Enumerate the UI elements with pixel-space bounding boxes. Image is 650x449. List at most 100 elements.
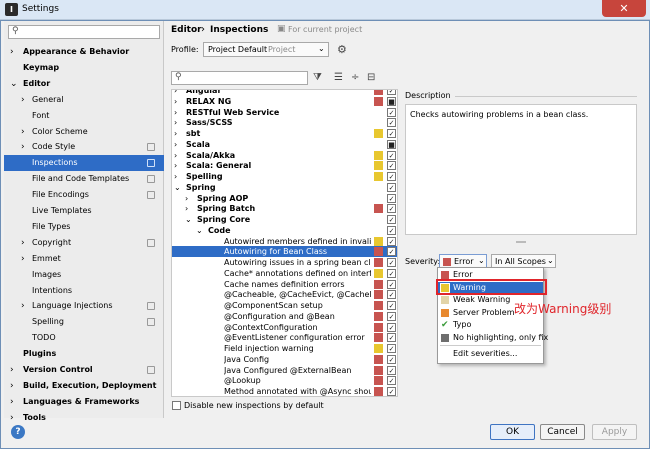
sidebar-item[interactable]: File Encodings: [4, 187, 164, 203]
inspection-checkbox[interactable]: ✓: [387, 118, 396, 128]
inspection-checkbox[interactable]: ✓: [387, 172, 396, 181]
sidebar-item[interactable]: File Types: [4, 219, 164, 235]
sidebar-item[interactable]: Intentions: [4, 283, 164, 299]
inspection-checkbox[interactable]: ✓: [387, 333, 396, 343]
inspection-row[interactable]: @Configuration and @Bean ✓: [172, 311, 397, 322]
inspection-row[interactable]: ⌄ Spring ✓: [172, 182, 397, 193]
sidebar-item[interactable]: › Color Scheme: [4, 124, 164, 140]
inspection-row[interactable]: @Cacheable, @CacheEvict, @CachePut, ✓: [172, 289, 397, 300]
inspection-row[interactable]: Java Config ✓: [172, 354, 397, 365]
inspection-checkbox[interactable]: ✓: [387, 107, 396, 117]
close-window-button[interactable]: ✕: [602, 0, 646, 17]
inspection-checkbox[interactable]: ✓: [387, 247, 396, 257]
sidebar-item[interactable]: Images: [4, 267, 164, 283]
sidebar-item[interactable]: › Language Injections: [4, 298, 164, 314]
inspection-row[interactable]: Autowired members defined in invalid S ✓: [172, 236, 397, 247]
inspection-checkbox[interactable]: ✓: [387, 376, 396, 386]
inspection-checkbox[interactable]: ✓: [387, 279, 396, 289]
sidebar-item[interactable]: › Version Control: [4, 362, 164, 378]
inspection-row[interactable]: Autowiring for Bean Class ✓: [172, 246, 397, 258]
inspection-row[interactable]: @ComponentScan setup ✓: [172, 300, 397, 311]
inspection-row[interactable]: Autowiring issues in a spring bean class…: [172, 257, 397, 268]
inspection-row[interactable]: › Spelling ✓: [172, 171, 397, 182]
inspection-checkbox[interactable]: ✓: [387, 236, 396, 246]
apply-button[interactable]: Apply: [592, 424, 637, 440]
inspection-checkbox[interactable]: ■: [387, 96, 396, 106]
sidebar-item[interactable]: Keymap: [4, 60, 164, 76]
inspection-checkbox[interactable]: ✓: [387, 322, 396, 332]
inspection-checkbox[interactable]: ✓: [387, 161, 396, 171]
severity-option[interactable]: ✔ Typo: [438, 319, 543, 331]
scope-select[interactable]: In All Scopes ⌄: [491, 254, 556, 268]
inspection-checkbox[interactable]: ✓: [387, 311, 396, 321]
inspection-checkbox[interactable]: ✓: [387, 387, 396, 396]
inspection-checkbox[interactable]: ✓: [387, 204, 396, 214]
inspection-row[interactable]: @ContextConfiguration ✓: [172, 322, 397, 333]
inspections-tree[interactable]: › Angular ✓ › RELAX NG ■ › RESTful Web Service ✓…: [171, 89, 398, 397]
splitter-handle[interactable]: [516, 241, 526, 243]
inspection-checkbox[interactable]: ✓: [387, 258, 396, 267]
sidebar-item[interactable]: › Languages & Frameworks: [4, 394, 164, 410]
sidebar-item[interactable]: › Appearance & Behavior: [4, 44, 164, 60]
inspection-checkbox[interactable]: ✓: [387, 365, 396, 375]
settings-search-input[interactable]: ⚲: [8, 25, 160, 39]
inspection-search-input[interactable]: ⚲: [171, 71, 308, 85]
sidebar-item[interactable]: › Emmet: [4, 251, 164, 267]
inspection-checkbox[interactable]: ✓: [387, 193, 396, 203]
sidebar-item[interactable]: TODO: [4, 330, 164, 346]
sidebar-item[interactable]: Inspections: [4, 155, 164, 172]
inspection-checkbox[interactable]: ✓: [387, 150, 396, 160]
cancel-button[interactable]: Cancel: [540, 424, 585, 440]
inspection-row[interactable]: › Spring AOP ✓: [172, 193, 397, 204]
sidebar-item[interactable]: › General: [4, 92, 164, 108]
inspection-checkbox[interactable]: ■: [387, 139, 396, 149]
severity-option[interactable]: Edit severities...: [438, 345, 543, 360]
inspection-row[interactable]: Java Configured @ExternalBean ✓: [172, 365, 397, 376]
sidebar-item[interactable]: › Copyright: [4, 235, 164, 251]
inspection-checkbox[interactable]: ✓: [387, 182, 396, 192]
inspection-checkbox[interactable]: ✓: [387, 301, 396, 310]
inspection-checkbox[interactable]: ✓: [387, 344, 396, 353]
inspection-row[interactable]: › Scala/Akka ✓: [172, 150, 397, 161]
sidebar-item[interactable]: File and Code Templates: [4, 171, 164, 187]
inspection-row[interactable]: @Lookup ✓: [172, 375, 397, 386]
ok-button[interactable]: OK: [490, 424, 535, 440]
severity-option[interactable]: No highlighting, only fix: [438, 332, 548, 344]
profile-select[interactable]: Project Default Project ⌄: [203, 42, 329, 57]
inspection-row[interactable]: ⌄ Code ✓: [172, 225, 397, 236]
sidebar-item[interactable]: › Build, Execution, Deployment: [4, 378, 164, 394]
filter-icon[interactable]: ⧩: [313, 72, 322, 83]
gear-icon[interactable]: ⚙: [337, 43, 347, 56]
inspection-checkbox[interactable]: ✓: [387, 268, 396, 278]
sidebar-item[interactable]: Spelling: [4, 314, 164, 330]
inspection-checkbox[interactable]: ✓: [387, 354, 396, 364]
inspection-row[interactable]: › Scala ■: [172, 139, 397, 150]
sidebar-item[interactable]: › Code Style: [4, 139, 164, 155]
sidebar-item[interactable]: Plugins: [4, 346, 164, 362]
inspection-row[interactable]: Field injection warning ✓: [172, 343, 397, 354]
inspection-row[interactable]: Method annotated with @Async should ✓: [172, 386, 397, 396]
inspection-row[interactable]: ⌄ Spring Core ✓: [172, 214, 397, 225]
inspection-checkbox[interactable]: ✓: [387, 290, 396, 300]
inspection-checkbox[interactable]: ✓: [387, 90, 396, 95]
inspection-checkbox[interactable]: ✓: [387, 215, 396, 224]
severity-select[interactable]: Error ⌄: [439, 254, 487, 268]
inspection-row[interactable]: › RELAX NG ■: [172, 96, 397, 107]
inspection-row[interactable]: › Sass/SCSS ✓: [172, 117, 397, 128]
help-icon[interactable]: ?: [11, 425, 25, 439]
sidebar-item[interactable]: › Tools: [4, 410, 164, 426]
expand-all-icon[interactable]: ☰: [334, 72, 343, 83]
inspection-checkbox[interactable]: ✓: [387, 225, 396, 235]
inspection-row[interactable]: Cache* annotations defined on interface ✓: [172, 268, 397, 279]
inspection-row[interactable]: › RESTful Web Service ✓: [172, 107, 397, 118]
sidebar-item[interactable]: Live Templates: [4, 203, 164, 219]
inspection-row[interactable]: › Spring Batch ✓: [172, 203, 397, 214]
inspection-row[interactable]: @EventListener configuration error ✓: [172, 332, 397, 343]
inspection-checkbox[interactable]: ✓: [387, 129, 396, 138]
reset-icon[interactable]: ⊟: [367, 72, 375, 83]
sidebar-item[interactable]: Font: [4, 108, 164, 124]
sidebar-item[interactable]: ⌄ Editor: [4, 76, 164, 92]
inspection-row[interactable]: › Scala: General ✓: [172, 160, 397, 171]
collapse-all-icon[interactable]: ÷: [351, 72, 359, 83]
inspection-row[interactable]: › sbt ✓: [172, 128, 397, 139]
